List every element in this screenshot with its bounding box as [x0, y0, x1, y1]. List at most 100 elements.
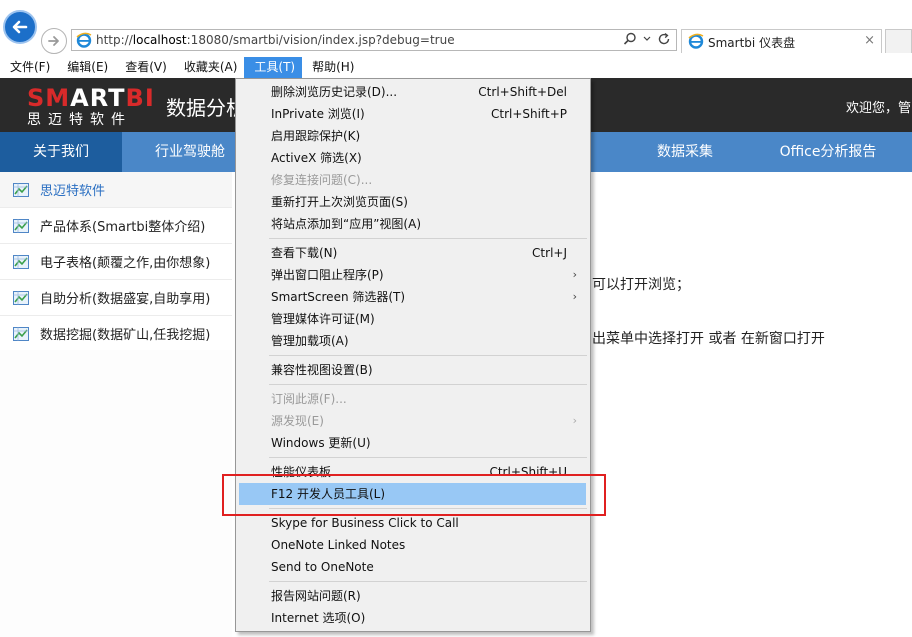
sidebar-item-label: 思迈特软件 [40, 184, 106, 199]
sidebar-empty-area [0, 350, 232, 637]
submenu-arrow-icon: › [572, 268, 577, 281]
nav-tab-office[interactable]: Office分析报告 [760, 132, 896, 172]
sidebar-item[interactable]: 自助分析(数据盛宴,自助享用) [0, 280, 232, 316]
ie-logo-icon [76, 32, 92, 48]
address-url[interactable]: http://localhost:18080/smartbi/vision/in… [96, 33, 455, 47]
menu-item-add-to-apps[interactable]: 将站点添加到“应用”视图(A) [237, 213, 589, 235]
menu-item-label: Send to OneNote [271, 560, 374, 574]
url-rest: :18080/smartbi/vision/index.jsp?debug=tr… [186, 33, 455, 47]
menu-edit[interactable]: 编辑(E) [57, 57, 115, 78]
menu-item-label: 查看下载(N) [271, 246, 338, 260]
nav-tab-collect[interactable]: 数据采集 [630, 132, 740, 172]
menu-item-compat-view[interactable]: 兼容性视图设置(B) [237, 359, 589, 381]
menu-item-manage-addons[interactable]: 管理加载项(A) [237, 330, 589, 352]
report-icon [13, 218, 29, 233]
menu-item-label: 管理媒体许可证(M) [271, 312, 375, 326]
menu-item-internet-options[interactable]: Internet 选项(O) [237, 607, 589, 629]
menu-item-view-downloads[interactable]: 查看下载(N) Ctrl+J [237, 242, 589, 264]
menu-item-label: 源发现(E) [271, 414, 324, 428]
sidebar-item[interactable]: 产品体系(Smartbi整体介绍) [0, 208, 232, 244]
highlight-callout-box [222, 474, 606, 516]
browser-tab[interactable]: Smartbi 仪表盘 × [681, 29, 882, 53]
menu-view[interactable]: 查看(V) [115, 57, 174, 78]
menu-item-popup-blocker[interactable]: 弹出窗口阻止程序(P) › [237, 264, 589, 286]
logo-brand: SMARTBI [27, 86, 155, 110]
menu-file[interactable]: 文件(F) [0, 57, 57, 78]
chevron-down-icon[interactable] [643, 32, 651, 46]
close-icon[interactable]: × [864, 33, 875, 48]
menu-item-label: 订阅此源(F)... [271, 392, 347, 406]
menu-item-shortcut: Ctrl+Shift+Del [478, 85, 567, 99]
content-text-line: 可以打开浏览； [592, 277, 690, 293]
submenu-arrow-icon: › [572, 290, 577, 303]
menu-item-tracking-protection[interactable]: 启用跟踪保护(K) [237, 125, 589, 147]
refresh-icon[interactable] [657, 32, 671, 46]
menu-separator [269, 384, 587, 385]
nav-tab-about[interactable]: 关于我们 [0, 132, 122, 172]
menu-item-label: Windows 更新(U) [271, 436, 371, 450]
url-prefix: http:// [96, 33, 133, 47]
menu-item-activex-filter[interactable]: ActiveX 筛选(X) [237, 147, 589, 169]
menu-item-label: Internet 选项(O) [271, 611, 366, 625]
menu-item-shortcut: Ctrl+J [532, 246, 567, 260]
ie-logo-icon [688, 33, 704, 49]
new-tab-button[interactable] [885, 29, 912, 53]
logo-brand-c: BI [125, 84, 155, 112]
menu-item-windows-update[interactable]: Windows 更新(U) [237, 432, 589, 454]
report-icon [13, 326, 29, 341]
browser-chrome: http://localhost:18080/smartbi/vision/in… [0, 0, 912, 57]
menu-bar: 文件(F) 编辑(E) 查看(V) 收藏夹(A) 工具(T) 帮助(H) [0, 57, 912, 78]
menu-item-media-licenses[interactable]: 管理媒体许可证(M) [237, 308, 589, 330]
forward-button[interactable] [41, 28, 67, 54]
logo-brand-a: SM [27, 84, 71, 112]
back-button[interactable] [3, 10, 37, 44]
address-tools [623, 32, 671, 46]
menu-item-fix-connection: 修复连接问题(C)... [237, 169, 589, 191]
menu-item-delete-history[interactable]: 删除浏览历史记录(D)... Ctrl+Shift+Del [237, 81, 589, 103]
menu-item-label: 管理加载项(A) [271, 334, 349, 348]
url-host: localhost [132, 33, 187, 47]
menu-item-label: 重新打开上次浏览页面(S) [271, 195, 408, 209]
menu-item-subscribe-feed: 订阅此源(F)... [237, 388, 589, 410]
menu-item-inprivate[interactable]: InPrivate 浏览(I) Ctrl+Shift+P [237, 103, 589, 125]
address-bar[interactable]: http://localhost:18080/smartbi/vision/in… [71, 29, 677, 51]
menu-item-label: 兼容性视图设置(B) [271, 363, 373, 377]
menu-tools[interactable]: 工具(T) [244, 57, 303, 78]
menu-item-label: 修复连接问题(C)... [271, 173, 373, 187]
menu-item-shortcut: Ctrl+Shift+P [491, 107, 567, 121]
site-title: 数据分析 [166, 96, 246, 120]
smartbi-logo: SMARTBI 思迈特软件 [27, 86, 155, 128]
menu-separator [269, 355, 587, 356]
menu-item-label: 将站点添加到“应用”视图(A) [271, 217, 422, 231]
logo-brand-b: ART [70, 84, 126, 112]
menu-item-report-website[interactable]: 报告网站问题(R) [237, 585, 589, 607]
report-icon [13, 290, 29, 305]
menu-item-send-to-onenote[interactable]: Send to OneNote [237, 556, 589, 578]
menu-separator [269, 238, 587, 239]
menu-item-label: SmartScreen 筛选器(T) [271, 290, 406, 304]
menu-item-label: 删除浏览历史记录(D)... [271, 85, 398, 99]
menu-item-smartscreen[interactable]: SmartScreen 筛选器(T) › [237, 286, 589, 308]
sidebar-item-label: 自助分析(数据盛宴,自助享用) [40, 292, 211, 307]
report-icon [13, 254, 29, 269]
menu-item-label: 弹出窗口阻止程序(P) [271, 268, 384, 282]
menu-separator [269, 581, 587, 582]
search-icon[interactable] [623, 32, 637, 46]
menu-item-label: Skype for Business Click to Call [271, 516, 459, 530]
tab-title: Smartbi 仪表盘 [708, 36, 796, 50]
tools-menu: 删除浏览历史记录(D)... Ctrl+Shift+Del InPrivate 浏… [235, 78, 591, 632]
menu-item-reopen-session[interactable]: 重新打开上次浏览页面(S) [237, 191, 589, 213]
menu-item-feed-discovery: 源发现(E) › [237, 410, 589, 432]
logo-subtitle: 思迈特软件 [27, 112, 132, 128]
sidebar: 思迈特软件 产品体系(Smartbi整体介绍) 电子表格(颠覆之作,由你想象) … [0, 172, 232, 352]
menu-favorites[interactable]: 收藏夹(A) [174, 57, 245, 78]
sidebar-item[interactable]: 思迈特软件 [0, 172, 232, 208]
menu-item-label: 启用跟踪保护(K) [271, 129, 361, 143]
menu-item-onenote-linked-notes[interactable]: OneNote Linked Notes [237, 534, 589, 556]
sidebar-item[interactable]: 电子表格(颠覆之作,由你想象) [0, 244, 232, 280]
menu-item-label: OneNote Linked Notes [271, 538, 406, 552]
menu-item-label: InPrivate 浏览(I) [271, 107, 365, 121]
sidebar-item[interactable]: 数据挖掘(数据矿山,任我挖掘) [0, 316, 232, 352]
menu-help[interactable]: 帮助(H) [302, 57, 361, 78]
menu-separator [269, 457, 587, 458]
